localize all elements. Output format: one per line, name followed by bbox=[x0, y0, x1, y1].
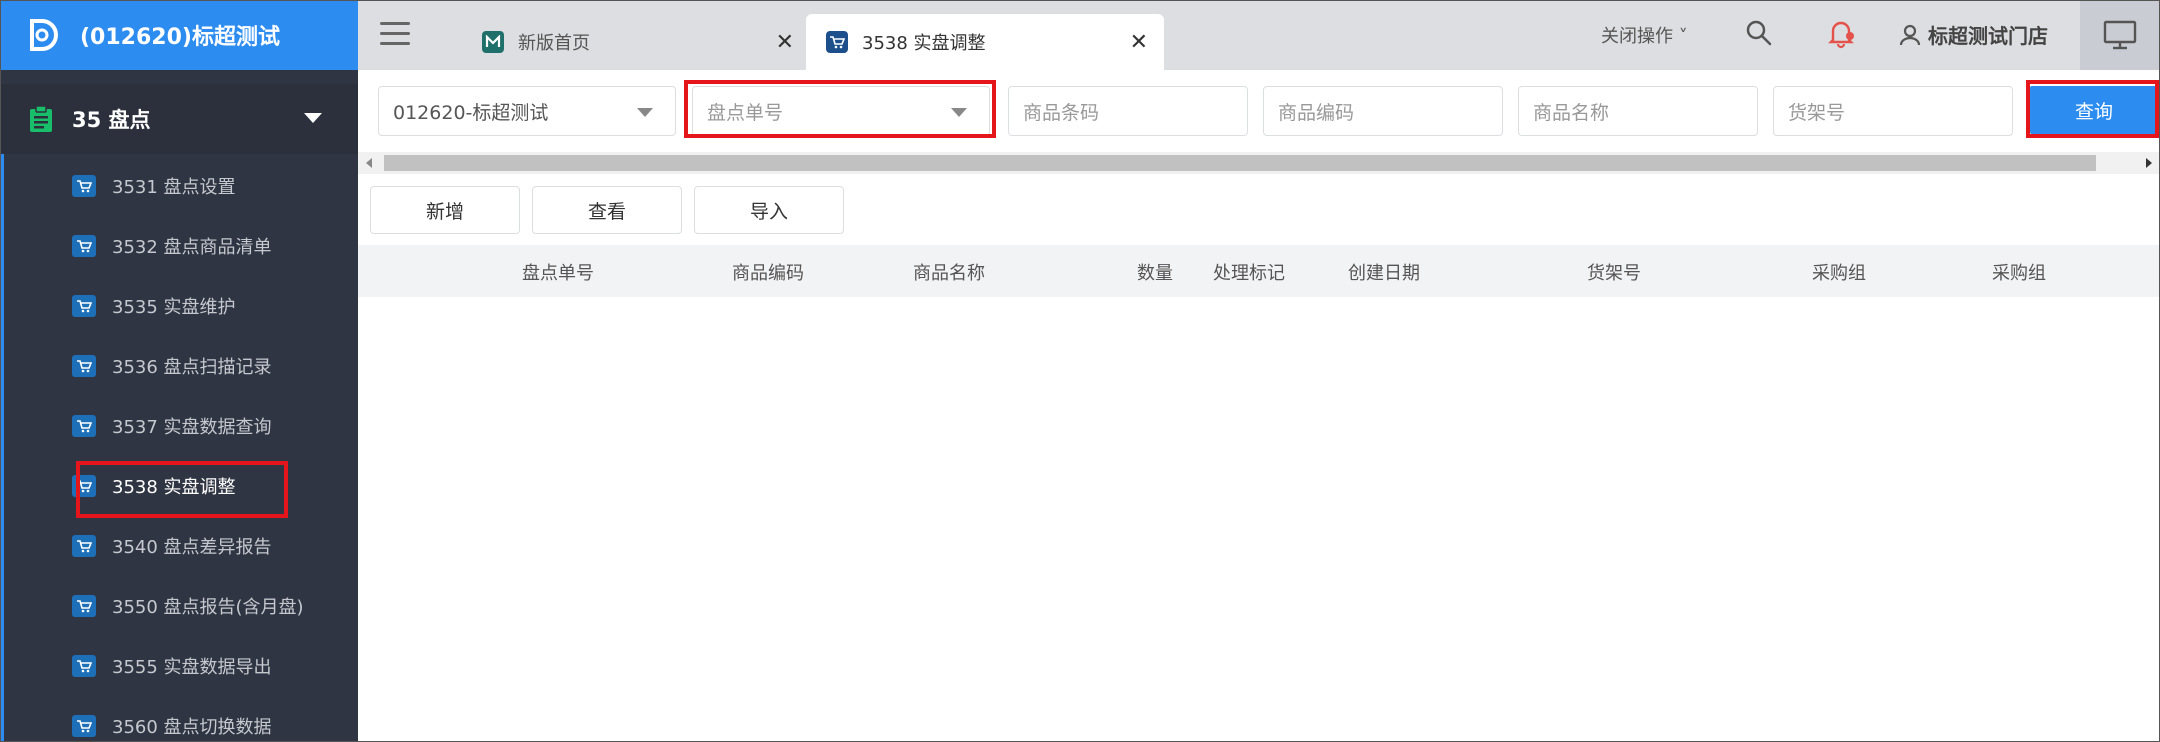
shelf-number-placeholder: 货架号 bbox=[1788, 101, 1846, 124]
clipboard-icon bbox=[26, 104, 56, 134]
cart-icon bbox=[826, 31, 848, 53]
sidebar-item-label: 3531 盘点设置 bbox=[112, 177, 236, 198]
column-header[interactable]: 处理标记 bbox=[1213, 259, 1285, 285]
tab-label: 3538 实盘调整 bbox=[862, 33, 986, 54]
barcode-input[interactable]: 商品条码 bbox=[1008, 86, 1248, 136]
table-header: 盘点单号 商品编码 商品名称 数量 处理标记 创建日期 货架号 采购组 采购组 bbox=[358, 245, 2160, 297]
close-icon[interactable]: ✕ bbox=[1130, 30, 1148, 55]
user-name: 标超测试门店 bbox=[1928, 24, 2048, 48]
cart-icon bbox=[72, 235, 96, 257]
scroll-left-arrow-icon[interactable] bbox=[366, 158, 372, 168]
horizontal-scrollbar[interactable] bbox=[358, 152, 2160, 174]
view-button[interactable]: 查看 bbox=[532, 186, 682, 234]
add-button[interactable]: 新增 bbox=[370, 186, 520, 234]
tab-bar: 新版首页 ✕ 3538 实盘调整 ✕ 关闭操作 ˅ 标超测试门店 bbox=[358, 0, 2160, 70]
barcode-placeholder: 商品条码 bbox=[1023, 101, 1100, 124]
caret-down-icon[interactable] bbox=[304, 113, 322, 123]
sidebar-item-3535[interactable]: 3535 实盘维护 bbox=[0, 276, 358, 336]
scroll-right-arrow-icon[interactable] bbox=[2146, 158, 2152, 168]
store-select-value: 012620-标超测试 bbox=[393, 101, 549, 124]
monitor-icon[interactable] bbox=[2080, 0, 2160, 70]
tab-label: 新版首页 bbox=[518, 33, 590, 54]
order-number-placeholder: 盘点单号 bbox=[707, 101, 784, 124]
cart-icon bbox=[72, 175, 96, 197]
dropdown-caret-icon bbox=[951, 108, 967, 117]
m-logo-icon bbox=[482, 31, 504, 53]
query-button[interactable]: 查询 bbox=[2030, 86, 2158, 134]
close-icon[interactable]: ✕ bbox=[776, 30, 794, 55]
cart-icon bbox=[72, 415, 96, 437]
sidebar-item-label: 3538 实盘调整 bbox=[112, 477, 236, 498]
brand-title: (012620)标超测试 bbox=[80, 25, 280, 50]
sidebar-item-3537[interactable]: 3537 实盘数据查询 bbox=[0, 396, 358, 456]
column-header[interactable]: 盘点单号 bbox=[522, 259, 594, 285]
column-header[interactable]: 商品编码 bbox=[732, 259, 804, 285]
scrollbar-thumb[interactable] bbox=[384, 155, 2096, 171]
sidebar-item-3555[interactable]: 3555 实盘数据导出 bbox=[0, 636, 358, 696]
search-icon[interactable] bbox=[1744, 18, 1776, 50]
brand-header[interactable]: (012620)标超测试 bbox=[0, 0, 358, 70]
dropdown-caret-icon bbox=[637, 108, 653, 117]
menu-list: 3531 盘点设置 3532 盘点商品清单 3535 实盘维护 3536 盘点扫… bbox=[0, 156, 358, 742]
close-operations-dropdown[interactable]: 关闭操作 ˅ bbox=[1601, 22, 1688, 48]
cart-icon bbox=[72, 655, 96, 677]
menu-group-label: 35 盘点 bbox=[72, 108, 151, 132]
sidebar-item-3531[interactable]: 3531 盘点设置 bbox=[0, 156, 358, 216]
sidebar-item-label: 3555 实盘数据导出 bbox=[112, 657, 272, 678]
sidebar-item-3538[interactable]: 3538 实盘调整 bbox=[0, 456, 358, 516]
cart-icon bbox=[72, 295, 96, 317]
store-select[interactable]: 012620-标超测试 bbox=[378, 86, 676, 136]
sidebar-item-3550[interactable]: 3550 盘点报告(含月盘) bbox=[0, 576, 358, 636]
sidebar-item-3536[interactable]: 3536 盘点扫描记录 bbox=[0, 336, 358, 396]
column-header[interactable]: 数量 bbox=[1137, 259, 1173, 285]
sidebar-item-label: 3550 盘点报告(含月盘) bbox=[112, 597, 304, 618]
cart-icon bbox=[72, 355, 96, 377]
order-number-select[interactable]: 盘点单号 bbox=[692, 86, 990, 136]
sidebar-item-label: 3532 盘点商品清单 bbox=[112, 237, 272, 258]
column-header[interactable]: 采购组 bbox=[1812, 259, 1866, 285]
column-header[interactable]: 采购组 bbox=[1992, 259, 2046, 285]
column-header[interactable]: 商品名称 bbox=[913, 259, 985, 285]
product-name-placeholder: 商品名称 bbox=[1533, 101, 1610, 124]
sidebar-item-3532[interactable]: 3532 盘点商品清单 bbox=[0, 216, 358, 276]
tab-home[interactable]: 新版首页 ✕ bbox=[462, 14, 810, 70]
sidebar-item-label: 3537 实盘数据查询 bbox=[112, 417, 272, 438]
product-code-input[interactable]: 商品编码 bbox=[1263, 86, 1503, 136]
user-menu[interactable]: 标超测试门店 bbox=[1898, 20, 2048, 49]
bell-icon[interactable] bbox=[1824, 16, 1858, 50]
cart-icon bbox=[72, 595, 96, 617]
hamburger-menu-icon[interactable] bbox=[380, 22, 410, 48]
sidebar: (012620)标超测试 35 盘点 3531 盘点设置 3532 盘点商品清单 bbox=[0, 0, 358, 742]
product-code-placeholder: 商品编码 bbox=[1278, 101, 1355, 124]
sidebar-item-label: 3560 盘点切换数据 bbox=[112, 717, 272, 738]
sidebar-item-3560[interactable]: 3560 盘点切换数据 bbox=[0, 696, 358, 742]
cart-icon bbox=[72, 475, 96, 497]
cart-icon bbox=[72, 715, 96, 737]
sidebar-item-label: 3535 实盘维护 bbox=[112, 297, 236, 318]
brand-logo-icon bbox=[24, 15, 64, 55]
sidebar-item-3540[interactable]: 3540 盘点差异报告 bbox=[0, 516, 358, 576]
tab-3538[interactable]: 3538 实盘调整 ✕ bbox=[806, 14, 1164, 70]
column-header[interactable]: 货架号 bbox=[1587, 259, 1641, 285]
column-header[interactable]: 创建日期 bbox=[1348, 259, 1420, 285]
menu-group-inventory[interactable]: 35 盘点 bbox=[0, 84, 358, 154]
product-name-input[interactable]: 商品名称 bbox=[1518, 86, 1758, 136]
sidebar-item-label: 3536 盘点扫描记录 bbox=[112, 357, 272, 378]
cart-icon bbox=[72, 535, 96, 557]
user-icon bbox=[1898, 23, 1922, 47]
import-button[interactable]: 导入 bbox=[694, 186, 844, 234]
sidebar-item-label: 3540 盘点差异报告 bbox=[112, 537, 272, 558]
shelf-number-input[interactable]: 货架号 bbox=[1773, 86, 2013, 136]
